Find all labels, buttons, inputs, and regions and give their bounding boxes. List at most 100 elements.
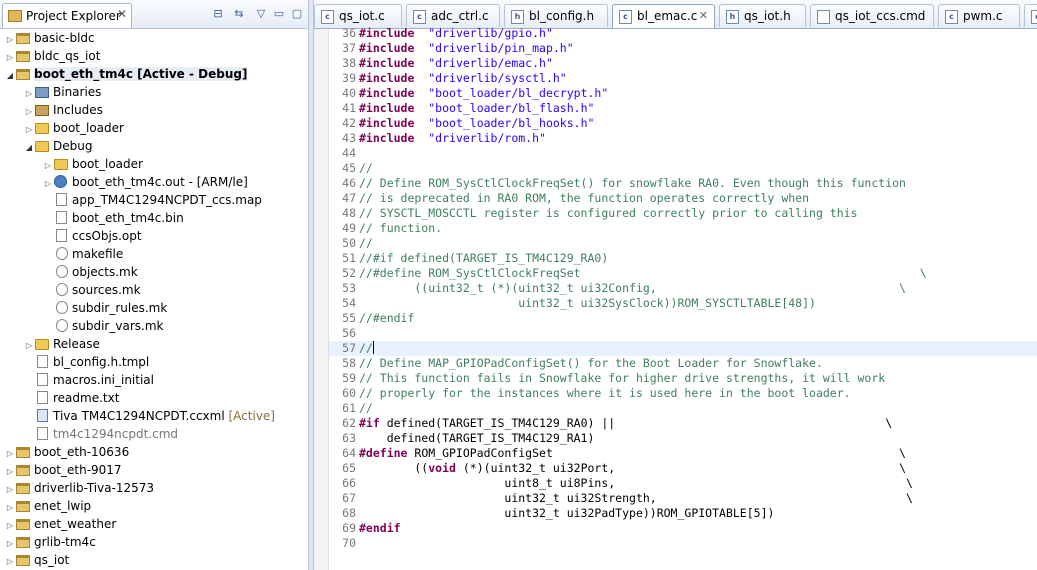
makefile-icon [56,301,68,314]
code-text: defined(TARGET_IS_TM4C129_RA1) [359,431,595,446]
makefile-icon [56,247,68,260]
line-number: 52 [342,266,356,280]
editor-tab-label: adc_ctrl.c [431,9,489,23]
tree-item[interactable]: ▷ enet_weather [4,515,116,533]
tree-item[interactable]: readme.txt [23,389,119,407]
project-explorer-panel: Project Explorer ✕ ⊟ ⇆ ▽ ▭ ▢ ▷ basic-bldc… [0,0,308,570]
code-keyword: void [428,461,456,475]
tree-item[interactable]: ▷ enet_lwip [4,497,91,515]
tree-item[interactable]: ▷ Release [23,335,100,353]
editor-tab[interactable]: c bl_emac.c ✕ [612,4,715,28]
code-line: 44 [329,146,1037,161]
tree-item-label: boot_loader [53,121,124,135]
tree-item[interactable]: ▷ boot_loader [42,155,143,173]
line-number: 40 [342,86,356,100]
editor-tab[interactable]: c [1024,4,1037,27]
file-icon [37,427,48,440]
tree-item-label: tm4c1294ncpdt.cmd [53,427,179,441]
tree-item[interactable]: tm4c1294ncpdt.cmd [23,425,178,443]
maximize-icon[interactable]: ▢ [290,7,304,21]
editor-tab[interactable]: qs_iot_ccs.cmd [810,4,934,27]
close-icon[interactable]: ✕ [117,7,127,21]
code-token: uint8_t ui8Pins, \ [359,476,913,490]
editor-tab[interactable]: h bl_config.h [504,4,608,27]
tree-item-label: boot_eth-9017 [34,463,122,477]
tree-item-label: subdir_rules.mk [72,301,168,315]
tree-item[interactable]: ▷ boot_loader [23,119,124,137]
code-text: uint32_t ui32PadType))ROM_GPIOTABLE[5]) [359,506,774,521]
folder-icon [35,123,49,134]
view-menu-icon[interactable]: ▽ [254,7,268,21]
line-number: 56 [342,326,356,340]
tree-item[interactable]: ▷ grlib-tm4c [4,533,96,551]
code-text: uint32_t ui32SysClock))ROM_SYSCTLTABLE[4… [359,296,816,311]
code-editor: c qs_iot.c c adc_ctrl.c h bl_config.h c bl_emac… [314,0,1037,570]
link-with-editor-icon[interactable]: ⇆ [232,7,246,21]
code-text: // properly for the instances where it i… [359,386,851,401]
tree-item[interactable]: ▷ bldc_qs_iot [4,47,101,65]
project-icon [16,519,30,530]
project-explorer-tab[interactable]: Project Explorer ✕ [2,3,132,28]
line-number: 62 [342,416,356,430]
code-keyword: #include [359,86,415,100]
tree-item[interactable]: ◢ boot_eth_tm4c [Active - Debug] [4,65,248,85]
tree-item[interactable]: ▷ driverlib-Tiva-12573 [4,479,154,497]
linker-file-icon [817,10,830,24]
tree-item[interactable]: ▷ basic-bldc [4,29,95,47]
tree-item[interactable]: app_TM4C1294NCPDT_ccs.map [42,191,262,209]
tree-item[interactable]: ◢ Debug [23,137,93,157]
tree-item[interactable]: ▷ boot_eth-9017 [4,461,122,479]
tree-item[interactable]: ▷ qs_iot [4,551,69,569]
code-text: //#endif [359,311,414,326]
code-string: "boot_loader/bl_flash.h" [428,101,595,115]
code-text: // Define ROM_SysCtlClockFreqSet() for s… [359,176,906,191]
header-file-icon: h [511,10,524,24]
tree-item-label: qs_iot [34,553,70,567]
expanded-arrow-icon[interactable]: ◢ [23,139,35,157]
editor-tab[interactable]: h qs_iot.h [719,4,806,27]
tree-item-label: ccsObjs.opt [72,229,142,243]
code-line: 70 [329,536,1037,551]
tree-item[interactable]: objects.mk [42,263,138,281]
editor-tab[interactable]: c adc_ctrl.c [406,4,500,27]
tree-item[interactable]: sources.mk [42,281,141,299]
editor-tab[interactable]: c qs_iot.c [314,4,402,27]
tree-item-label: driverlib-Tiva-12573 [34,481,155,495]
tree-item[interactable]: ▷ Binaries [23,83,102,101]
tree-item[interactable]: subdir_rules.mk [42,299,167,317]
code-line: 69 #endif [329,521,1037,536]
folder-icon [35,141,49,152]
close-tab-icon[interactable]: ✕ [699,5,708,27]
code-text: #include "driverlib/rom.h" [359,131,546,146]
collapse-all-icon[interactable]: ⊟ [211,7,225,21]
tree-item[interactable]: makefile [42,245,123,263]
tree-item[interactable]: ▷ boot_eth-10636 [4,443,129,461]
code-line: 67 uint32_t ui32Strength, \ [329,491,1037,506]
expanded-arrow-icon[interactable]: ◢ [4,67,16,85]
minimize-icon[interactable]: ▭ [272,7,286,21]
line-number: 60 [342,386,356,400]
makefile-icon [56,283,68,296]
tree-item[interactable]: ▷ Includes [23,101,103,119]
tree-item[interactable]: Tiva TM4C1294NCPDT.ccxml [Active] [23,407,275,425]
tree-item[interactable]: bl_config.h.tmpl [23,353,149,371]
tree-item[interactable]: ccsObjs.opt [42,227,142,245]
line-number: 64 [342,446,356,460]
tree-item[interactable]: macros.ini_initial [23,371,154,389]
file-icon [37,373,48,386]
collapsed-arrow-icon[interactable]: ▷ [4,553,16,570]
tree-item[interactable]: subdir_vars.mk [42,317,163,335]
code-string: "boot_loader/bl_hooks.h" [428,116,595,130]
project-icon [16,465,30,476]
editor-tab[interactable]: c pwm.c [938,4,1020,27]
line-number: 65 [342,461,356,475]
code-line: 61// [329,401,1037,416]
tree-item-label: app_TM4C1294NCPDT_ccs.map [72,193,262,207]
tree-item-label: boot_eth_tm4c.out - [ARM/le] [72,175,248,189]
project-icon [16,555,30,566]
code-line: 59// This function fails in Snowflake fo… [329,371,1037,386]
tree-item[interactable]: ▷ boot_eth_tm4c.out - [ARM/le] [42,173,248,191]
tree-item[interactable]: boot_eth_tm4c.bin [42,209,184,227]
